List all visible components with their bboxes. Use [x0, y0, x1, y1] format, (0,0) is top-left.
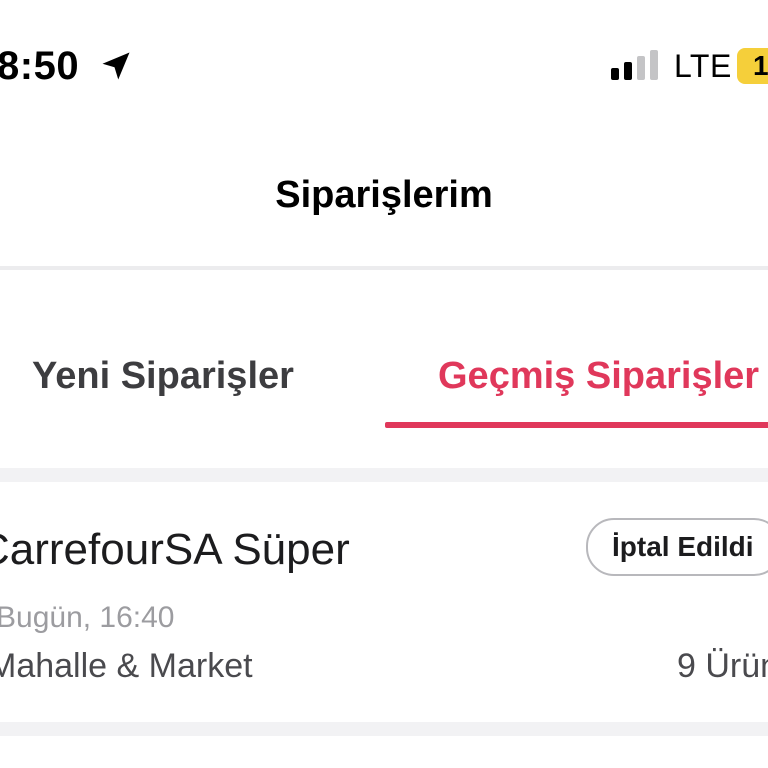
order-category: Mahalle & Market: [0, 647, 253, 685]
order-card-partial[interactable]: [0, 736, 768, 768]
order-date: Bugün, 16:40: [0, 601, 175, 634]
battery-icon: 1: [737, 48, 768, 84]
order-item-count: 9 Ürün: [677, 647, 768, 685]
status-time: 8:50: [0, 44, 80, 88]
battery-level: 1: [753, 50, 768, 81]
card-divider: [0, 722, 768, 736]
orders-screen: 8:50 LTE 1 Siparişlerim Yeni Siparişler …: [0, 0, 768, 768]
network-type-label: LTE: [674, 48, 732, 84]
header-divider: [0, 266, 768, 270]
page-title: Siparişlerim: [275, 174, 493, 216]
order-status-badge: İptal Edildi: [586, 518, 768, 576]
active-tab-indicator: [385, 422, 768, 428]
tab-new-orders[interactable]: Yeni Siparişler: [32, 348, 294, 404]
section-divider: [0, 468, 768, 482]
location-arrow-icon: [102, 52, 130, 80]
order-store-name: CarrefourSA Süper: [0, 525, 350, 574]
order-card[interactable]: CarrefourSA Süper İptal Edildi Bugün, 16…: [0, 482, 768, 722]
cellular-signal-icon: [611, 50, 658, 80]
tab-past-orders[interactable]: Geçmiş Siparişler: [438, 348, 759, 404]
